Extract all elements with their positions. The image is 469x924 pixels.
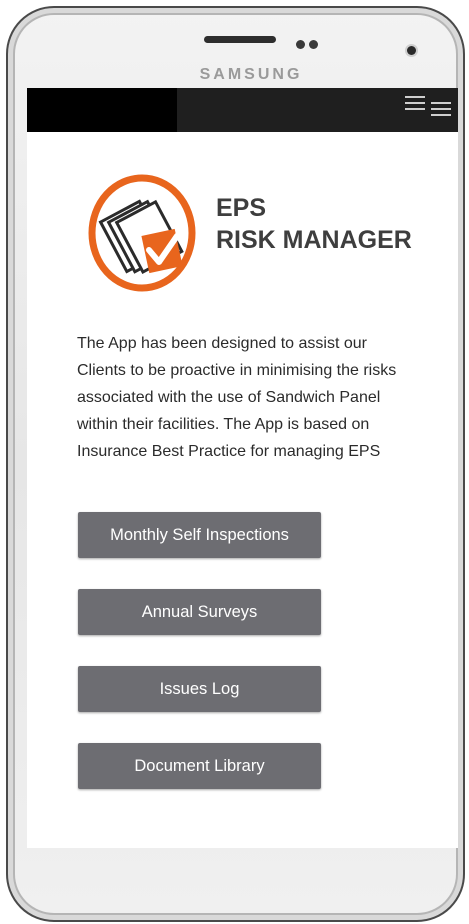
document-library-button[interactable]: Document Library [78, 743, 321, 789]
app-title: EPS RISK MANAGER [216, 192, 436, 256]
top-bar [27, 88, 458, 132]
issues-log-button[interactable]: Issues Log [78, 666, 321, 712]
hamburger-menu-icon[interactable] [431, 102, 451, 118]
app-title-line1: EPS [216, 194, 267, 222]
sensor [296, 40, 305, 49]
intro-text: The App has been designed to assist our … [77, 335, 397, 460]
app-screen: EPS RISK MANAGER The App has been design… [27, 88, 458, 848]
earpiece [204, 36, 276, 43]
phone-frame: SAMSUNG EPS RISK MANAGER The App has bee… [6, 6, 465, 922]
hamburger-menu-icon[interactable] [405, 96, 425, 112]
sensor [309, 40, 318, 49]
front-camera [407, 46, 416, 55]
top-bar-block [27, 88, 177, 132]
monthly-self-inspections-button[interactable]: Monthly Self Inspections [78, 512, 321, 558]
app-logo-icon [88, 174, 196, 292]
annual-surveys-button[interactable]: Annual Surveys [78, 589, 321, 635]
brand-logo: SAMSUNG [199, 66, 303, 83]
app-title-line2: RISK MANAGER [216, 226, 412, 254]
